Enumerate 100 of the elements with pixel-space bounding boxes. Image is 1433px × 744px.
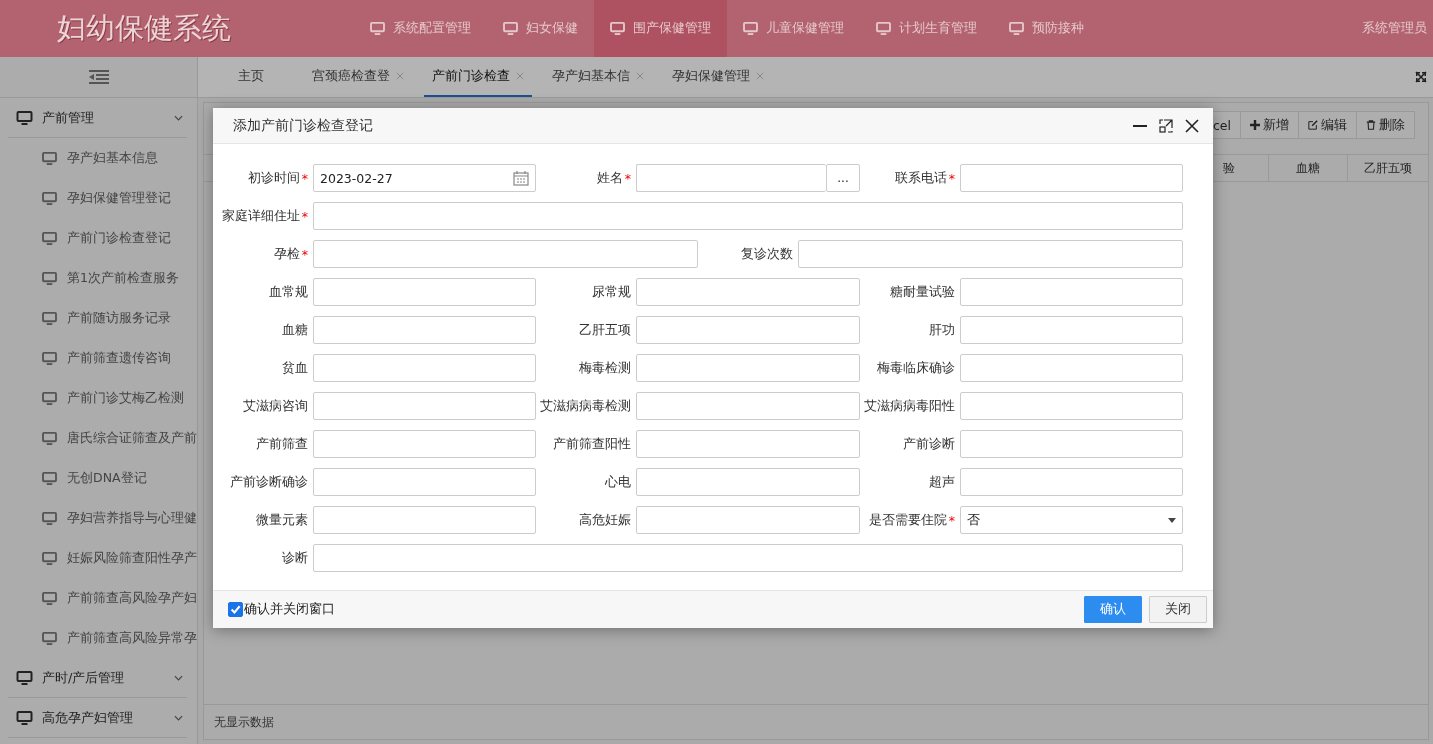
input-field[interactable]	[960, 392, 1183, 420]
field-label: 是否需要住院	[868, 511, 947, 529]
chevron-icon	[174, 714, 183, 721]
sidebar-item[interactable]: 产前筛查遗传咨询	[0, 338, 197, 378]
field-label: 乙肝五项	[579, 321, 631, 339]
input-field[interactable]	[313, 278, 536, 306]
input-field[interactable]	[313, 430, 536, 458]
monitor-icon	[610, 22, 625, 35]
toolbar-button[interactable]: 新增	[1240, 111, 1299, 139]
browse-button[interactable]: ...	[826, 164, 860, 192]
user-name[interactable]: 系统管理员	[1362, 20, 1433, 37]
sidebar-item[interactable]: 妊娠风险筛查阳性孕产	[0, 538, 197, 578]
input-field[interactable]	[636, 278, 860, 306]
input-field[interactable]	[636, 164, 826, 192]
toolbar-button[interactable]: 删除	[1356, 111, 1415, 139]
input-field[interactable]	[313, 468, 536, 496]
sidebar-item[interactable]: 孕产妇基本信息	[0, 138, 197, 178]
field-label: 血糖	[282, 321, 308, 339]
sidebar-item[interactable]: 产前筛查高风险孕产妇	[0, 578, 197, 618]
sidebar-group[interactable]: 产时/产后管理	[8, 658, 187, 698]
fullscreen-icon[interactable]	[1415, 71, 1427, 83]
nav-tab[interactable]: 围产保健管理	[594, 0, 727, 57]
sidebar-item[interactable]: 唐氏综合证筛查及产前	[0, 418, 197, 458]
nav-tab[interactable]: 系统配置管理	[354, 0, 487, 57]
chevron-icon	[174, 674, 183, 681]
field-label: 产前诊断	[903, 435, 955, 453]
calendar-icon[interactable]	[513, 170, 529, 186]
monitor-icon	[876, 22, 891, 35]
nav-tab[interactable]: 计划生育管理	[860, 0, 993, 57]
confirm-button[interactable]: 确认	[1084, 596, 1142, 623]
field-label: 复诊次数	[741, 245, 793, 263]
caret-icon	[1168, 517, 1176, 523]
sidebar-item[interactable]: 孕妇保健管理登记	[0, 178, 197, 218]
close-icon[interactable]	[1185, 118, 1199, 133]
field-label: 艾滋病咨询	[243, 397, 308, 415]
close-button[interactable]: 关闭	[1149, 596, 1207, 623]
input-field[interactable]	[636, 468, 860, 496]
input-field[interactable]	[313, 506, 536, 534]
input-field[interactable]	[960, 278, 1183, 306]
input-field[interactable]	[960, 164, 1183, 192]
input-field[interactable]	[313, 202, 1183, 230]
input-field[interactable]	[636, 392, 860, 420]
sidebar-item[interactable]: 产前门诊检查登记	[0, 218, 197, 258]
sidebar-item[interactable]: 第1次产前检查服务	[0, 258, 197, 298]
field-label: 高危妊娠	[579, 511, 631, 529]
nav-tab[interactable]: 预防接种	[993, 0, 1100, 57]
sidebar-item[interactable]: 孕妇营养指导与心理健	[0, 498, 197, 538]
input-field[interactable]	[313, 316, 536, 344]
sidebar-item[interactable]: 产前筛查高风险异常孕	[0, 618, 197, 658]
input-field[interactable]	[798, 240, 1183, 268]
date-field[interactable]: 2023-02-27	[313, 164, 536, 192]
input-field[interactable]	[636, 430, 860, 458]
page-tab[interactable]: 孕妇保健管理	[664, 57, 772, 97]
required-mark: *	[948, 170, 955, 186]
input-field[interactable]	[636, 506, 860, 534]
required-mark: *	[948, 512, 955, 528]
field-label: 尿常规	[592, 283, 631, 301]
sidebar-item[interactable]: 产前门诊艾梅乙检测	[0, 378, 197, 418]
input-field[interactable]	[313, 544, 1183, 572]
input-field[interactable]	[313, 354, 536, 382]
input-field[interactable]	[960, 354, 1183, 382]
maximize-icon[interactable]	[1159, 118, 1173, 133]
monitor-icon	[42, 391, 57, 405]
sidebar-item[interactable]: 无创DNA登记	[0, 458, 197, 498]
field-label: 梅毒检测	[579, 359, 631, 377]
empty-message: 无显示数据	[214, 713, 274, 731]
input-field[interactable]	[313, 240, 698, 268]
page-tab[interactable]: 主页	[210, 57, 292, 97]
field-label: 血常规	[269, 283, 308, 301]
monitor-icon	[16, 110, 33, 125]
select-field[interactable]: 否	[960, 506, 1183, 534]
nav-tab[interactable]: 儿童保健管理	[727, 0, 860, 57]
input-field[interactable]	[636, 354, 860, 382]
field-label: 心电	[605, 473, 631, 491]
input-field[interactable]	[636, 316, 860, 344]
input-field[interactable]	[313, 392, 536, 420]
sidebar-group[interactable]: 高危孕产妇管理	[8, 698, 187, 738]
checkbox-label: 确认并关闭窗口	[244, 601, 335, 618]
field-label: 艾滋病病毒阳性	[864, 397, 955, 415]
page-tab[interactable]: 产前门诊检查	[424, 57, 532, 97]
app-title: 妇幼保健系统	[56, 9, 232, 47]
monitor-icon	[42, 351, 57, 365]
sidebar-item[interactable]: 产前随访服务记录	[0, 298, 197, 338]
field-label: 初诊时间	[247, 169, 300, 187]
toolbar-button[interactable]: 编辑	[1298, 111, 1357, 139]
input-field[interactable]	[960, 468, 1183, 496]
field-label: 诊断	[282, 549, 308, 567]
monitor-icon	[42, 271, 57, 285]
page-tab[interactable]: 宫颈癌检查登	[304, 57, 412, 97]
required-mark: *	[624, 170, 631, 186]
monitor-icon	[503, 22, 518, 35]
required-mark: *	[301, 170, 308, 186]
checkbox[interactable]	[228, 602, 243, 617]
input-field[interactable]	[960, 316, 1183, 344]
menu-icon[interactable]	[88, 70, 109, 84]
field-label: 肝功	[929, 321, 955, 339]
nav-tab[interactable]: 妇女保健	[487, 0, 594, 57]
input-field[interactable]	[960, 430, 1183, 458]
page-tab[interactable]: 孕产妇基本信	[544, 57, 652, 97]
sidebar-group[interactable]: 产前管理	[8, 98, 187, 138]
